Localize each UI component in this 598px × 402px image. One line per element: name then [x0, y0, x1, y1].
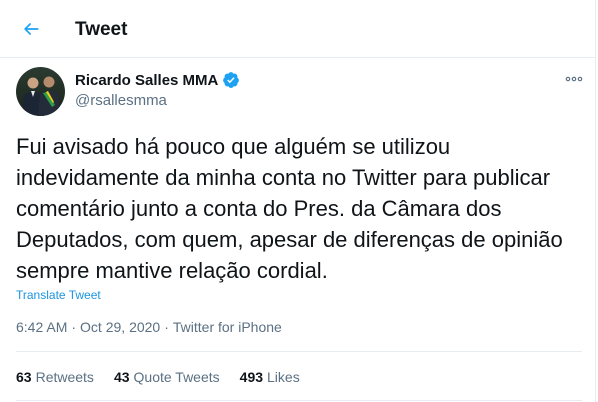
tweet-source[interactable]: Twitter for iPhone — [173, 319, 282, 335]
likes-stat[interactable]: 493 Likes — [240, 368, 300, 386]
meta-separator: · — [164, 319, 169, 335]
likes-label: Likes — [267, 369, 300, 385]
page-title: Tweet — [75, 19, 128, 40]
translate-tweet-link[interactable]: Translate Tweet — [16, 288, 101, 302]
back-button[interactable] — [14, 12, 48, 46]
likes-count: 493 — [239, 369, 264, 385]
verified-badge-icon — [222, 71, 240, 89]
arrow-left-icon — [24, 23, 39, 35]
quote-tweets-stat[interactable]: 43 Quote Tweets — [114, 368, 220, 386]
author-name[interactable]: Ricardo Salles MMA — [75, 72, 218, 89]
author-handle[interactable]: @rsallesmma — [75, 92, 167, 109]
quote-tweets-label: Quote Tweets — [133, 369, 220, 385]
retweets-label: Retweets — [35, 369, 94, 385]
divider — [16, 400, 582, 401]
more-horizontal-icon — [565, 76, 583, 82]
tweet-text: Fui avisado há pouco que alguém se utili… — [16, 134, 563, 283]
quote-tweets-count: 43 — [113, 369, 130, 385]
tweet-stats: 63 Retweets 43 Quote Tweets 493 Likes — [16, 368, 320, 386]
avatar[interactable] — [16, 67, 65, 116]
meta-separator: · — [71, 319, 77, 335]
avatar-photo — [16, 67, 65, 116]
more-options-button[interactable] — [560, 68, 588, 90]
page-header: Tweet — [0, 0, 596, 58]
divider — [16, 351, 582, 352]
tweet-meta: 6:42 AM · Oct 29, 2020 · Twitter for iPhone — [16, 318, 282, 336]
author-name-row: Ricardo Salles MMA — [75, 70, 240, 90]
tweet-page: Tweet Ricardo Salles MMA @rsallesmma Fui… — [0, 0, 596, 402]
tweet-date[interactable]: Oct 29, 2020 — [80, 319, 160, 335]
retweets-stat[interactable]: 63 Retweets — [16, 368, 94, 386]
retweets-count: 63 — [16, 369, 32, 385]
tweet-time[interactable]: 6:42 AM — [16, 319, 67, 335]
